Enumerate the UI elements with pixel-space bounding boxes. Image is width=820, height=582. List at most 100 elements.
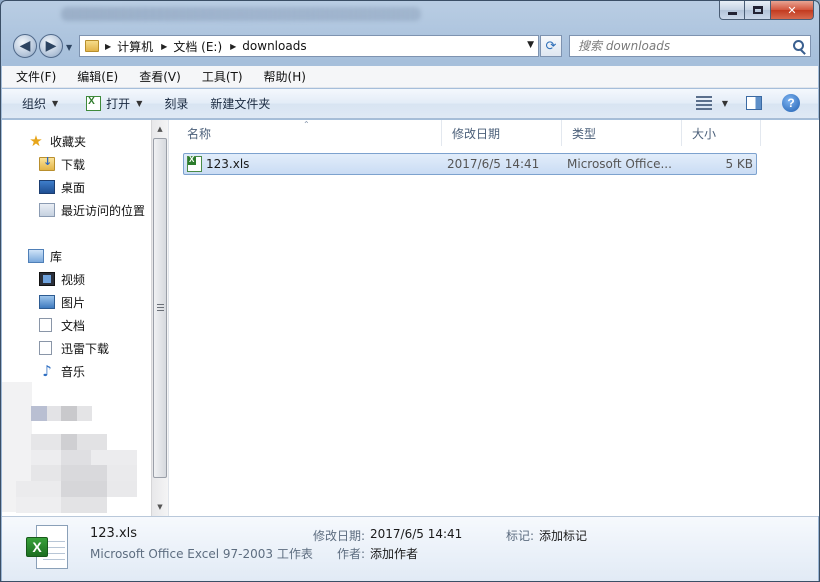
video-icon: [39, 272, 55, 286]
details-author-value[interactable]: 添加作者: [370, 545, 418, 562]
nav-desktop[interactable]: 桌面: [39, 177, 85, 197]
search-icon[interactable]: [793, 40, 804, 51]
nav-pictures-label: 图片: [61, 295, 86, 310]
scroll-down-arrow-icon[interactable]: ▼: [152, 499, 168, 515]
breadcrumb-downloads[interactable]: downloads: [242, 39, 306, 53]
navigation-pane: ★ 收藏夹 下载 桌面 最近访问的位置 库 视频 图片 文档: [2, 120, 151, 516]
grip-icon: [157, 304, 164, 313]
organize-label: 组织: [22, 97, 47, 111]
new-folder-button[interactable]: 新建文件夹: [210, 95, 270, 112]
details-tags-value[interactable]: 添加标记: [539, 527, 587, 544]
file-size: 5 KB: [725, 157, 753, 171]
nav-libraries-label: 库: [50, 249, 63, 264]
details-file-name: 123.xls: [90, 526, 138, 541]
menu-tools[interactable]: 工具(T): [198, 66, 247, 87]
column-type[interactable]: 类型: [562, 120, 682, 146]
sort-caret-icon: ⌃: [303, 120, 310, 129]
nav-music[interactable]: ♪ 音乐: [39, 361, 85, 381]
refresh-button[interactable]: ⟳: [540, 35, 562, 57]
nav-recent[interactable]: 最近访问的位置: [39, 200, 145, 220]
nav-xunlei[interactable]: 迅雷下载: [39, 338, 109, 358]
views-icon[interactable]: [695, 96, 712, 110]
excel-icon: X: [26, 525, 70, 575]
file-type: Microsoft Office...: [567, 157, 672, 171]
menu-view[interactable]: 查看(V): [135, 66, 185, 87]
column-date[interactable]: 修改日期: [442, 120, 562, 146]
open-label: 打开: [106, 97, 131, 111]
breadcrumb: ▶ 计算机 ▶ 文档 (E:) ▶ downloads: [103, 36, 307, 56]
command-bar: 组织 ▼ 打开 ▼ 刻录 新建文件夹 ▼ ?: [2, 89, 818, 119]
breadcrumb-arrow[interactable]: ▶: [105, 42, 111, 51]
menu-file[interactable]: 文件(F): [12, 66, 60, 87]
nav-libraries[interactable]: 库: [28, 246, 62, 266]
column-size[interactable]: 大小: [682, 120, 761, 146]
address-row: ◀ ▶ ▼ ▶ 计算机 ▶ 文档 (E:) ▶ downloads ▼ ⟳: [1, 29, 819, 63]
nav-videos-label: 视频: [61, 272, 86, 287]
star-icon: ★: [29, 132, 43, 150]
preview-pane-icon[interactable]: [746, 96, 762, 110]
nav-documents[interactable]: 文档: [39, 315, 85, 335]
recent-pages-dropdown[interactable]: ▼: [66, 43, 72, 52]
nav-documents-label: 文档: [61, 318, 86, 333]
address-bar[interactable]: ▶ 计算机 ▶ 文档 (E:) ▶ downloads ▼: [79, 35, 539, 57]
column-name-label: 名称: [187, 126, 212, 141]
scroll-thumb[interactable]: [153, 138, 167, 478]
forward-button[interactable]: ▶: [39, 34, 63, 58]
minimize-button[interactable]: [719, 1, 745, 20]
xunlei-download-icon: [39, 341, 52, 355]
details-pane: X 123.xls Microsoft Office Excel 97-2003…: [2, 516, 818, 581]
column-date-label: 修改日期: [452, 126, 501, 141]
folder-icon: [85, 40, 99, 52]
address-dropdown-icon[interactable]: ▼: [527, 40, 534, 50]
organize-button[interactable]: 组织 ▼: [22, 95, 58, 112]
excel-icon: [187, 155, 202, 172]
maximize-button[interactable]: [745, 1, 771, 20]
help-icon[interactable]: ?: [782, 94, 800, 112]
burn-button[interactable]: 刻录: [164, 95, 188, 112]
menu-edit[interactable]: 编辑(E): [73, 66, 122, 87]
title-bar[interactable]: ✕: [1, 1, 819, 29]
nav-favorites-label: 收藏夹: [50, 134, 87, 149]
minimize-icon: [727, 11, 737, 15]
column-headers: 名称 ⌃ 修改日期 类型 大小: [169, 120, 819, 146]
nav-xunlei-label: 迅雷下载: [61, 341, 110, 356]
breadcrumb-computer[interactable]: 计算机: [117, 38, 153, 55]
menu-bar: 文件(F) 编辑(E) 查看(V) 工具(T) 帮助(H): [2, 66, 818, 88]
nav-recent-label: 最近访问的位置: [61, 203, 146, 218]
chevron-down-icon: ▼: [52, 99, 59, 108]
scroll-up-arrow-icon[interactable]: ▲: [152, 121, 168, 137]
breadcrumb-arrow[interactable]: ▶: [230, 42, 236, 51]
details-tags-label: 标记:: [506, 529, 535, 543]
library-icon: [28, 249, 44, 263]
details-file-type: Microsoft Office Excel 97-2003 工作表: [90, 547, 313, 561]
forward-arrow-icon: ▶: [45, 38, 57, 54]
desktop-icon: [39, 180, 55, 194]
nav-downloads[interactable]: 下载: [39, 154, 85, 174]
nav-favorites[interactable]: ★ 收藏夹: [28, 131, 86, 151]
new-folder-label: 新建文件夹: [210, 97, 271, 111]
search-input[interactable]: [570, 39, 780, 53]
details-modified-value: 2017/6/5 14:41: [370, 527, 463, 541]
table-row[interactable]: 123.xls 2017/6/5 14:41 Microsoft Office.…: [183, 153, 757, 175]
music-icon: ♪: [42, 362, 52, 380]
search-box: [569, 35, 811, 57]
views-dropdown-icon[interactable]: ▼: [722, 99, 728, 108]
nav-scrollbar[interactable]: ▲ ▼: [151, 120, 168, 516]
close-icon: ✕: [787, 3, 797, 17]
breadcrumb-drive[interactable]: 文档 (E:): [173, 38, 222, 55]
back-button[interactable]: ◀: [13, 34, 37, 58]
excel-icon: [86, 96, 102, 111]
column-name[interactable]: 名称 ⌃: [169, 120, 442, 146]
recent-places-icon: [39, 203, 55, 217]
open-button[interactable]: 打开 ▼: [86, 95, 142, 112]
document-icon: [39, 318, 52, 332]
nav-videos[interactable]: 视频: [39, 269, 85, 289]
file-list: 名称 ⌃ 修改日期 类型 大小 123.xls 2017/6/5 14:41 M…: [168, 120, 819, 516]
menu-help[interactable]: 帮助(H): [260, 66, 310, 87]
back-arrow-icon: ◀: [19, 38, 31, 54]
breadcrumb-arrow[interactable]: ▶: [161, 42, 167, 51]
explorer-window: ✕ ◀ ▶ ▼ ▶ 计算机 ▶ 文档 (E:) ▶ downloads ▼ ⟳ …: [0, 0, 820, 582]
close-button[interactable]: ✕: [771, 1, 814, 20]
details-modified-label: 修改日期:: [313, 529, 366, 543]
nav-pictures[interactable]: 图片: [39, 292, 85, 312]
